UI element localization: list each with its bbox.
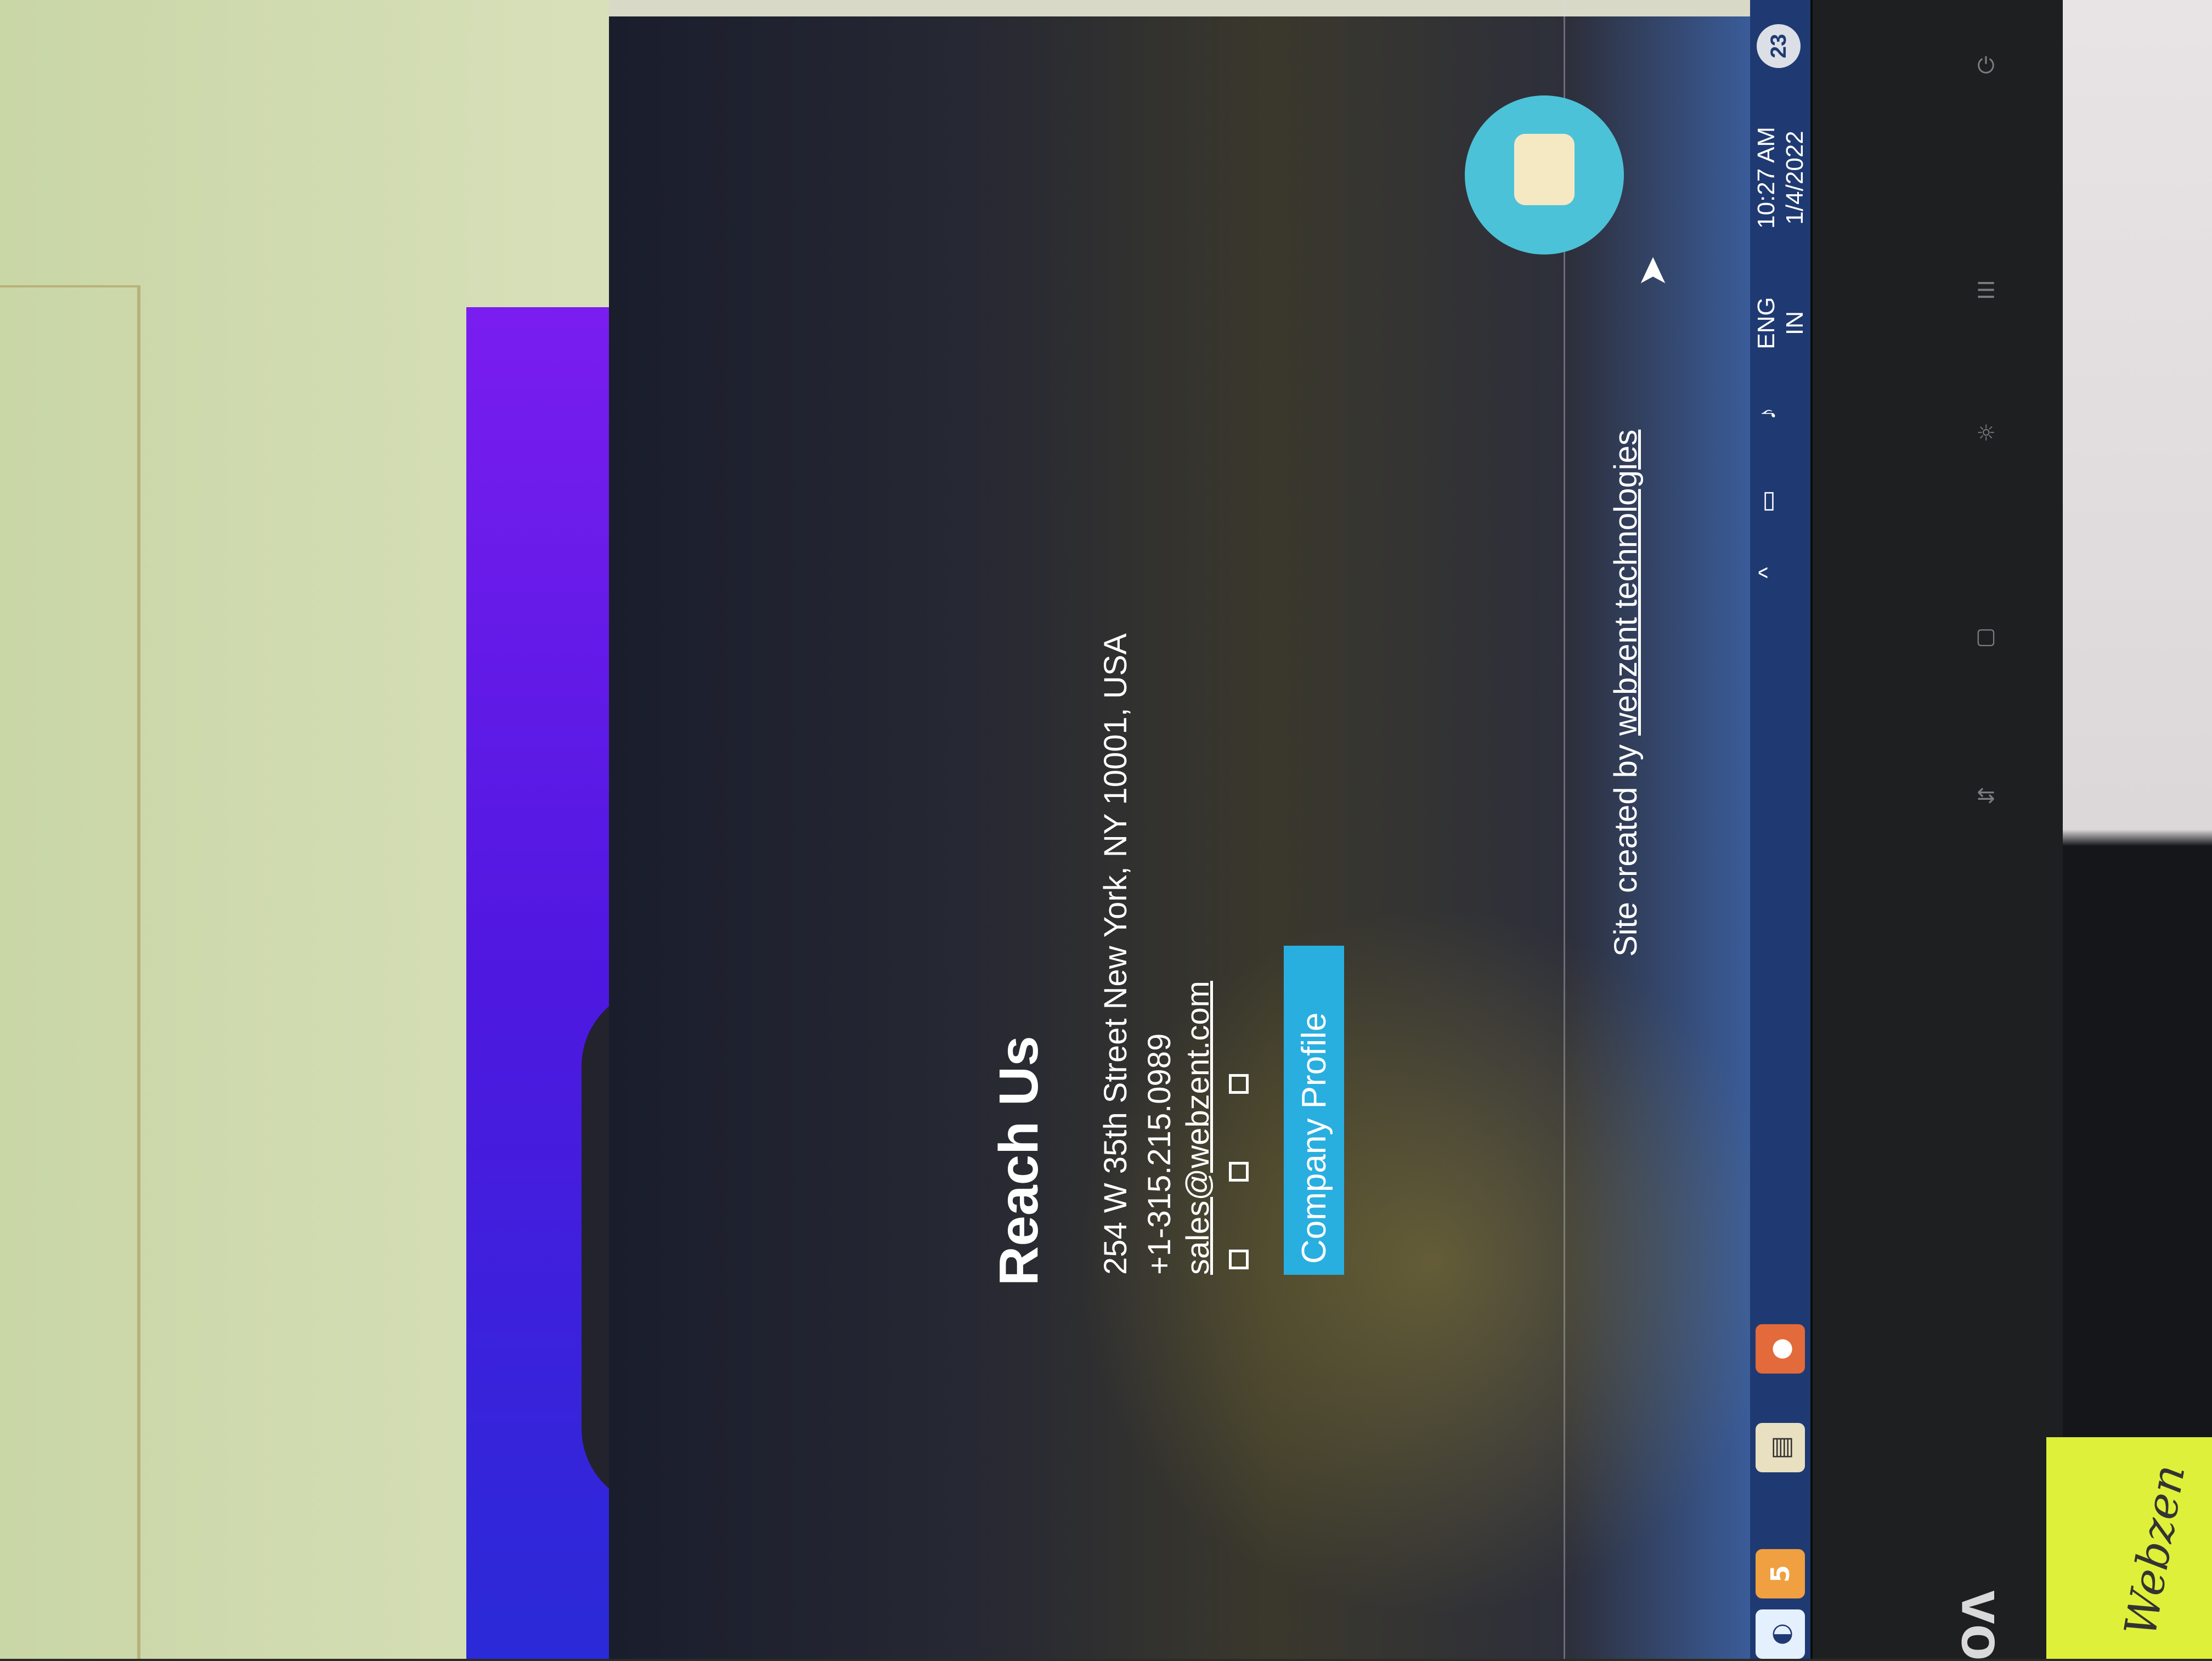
clock[interactable]: 10:27 AM 1/4/2022 bbox=[1752, 117, 1809, 238]
notification-icon[interactable]: 23 bbox=[1757, 24, 1801, 68]
footer-viewport: Reach Us 254 W 35th Street New York, NY … bbox=[609, 0, 1810, 1659]
monitor-brand-logo: vo bbox=[1949, 1590, 2017, 1661]
network-icon[interactable]: ▭ bbox=[1753, 485, 1782, 518]
file-explorer-icon[interactable]: ▤ bbox=[1756, 1423, 1805, 1472]
social-icon-2[interactable] bbox=[1229, 1162, 1249, 1182]
taskbar: ◐ 5 ▤ ● ^ ▭ ♪ ENG IN 10:27 AM 1/4/2022 2… bbox=[1750, 0, 1810, 1659]
credit-link[interactable]: webzent technologies bbox=[1608, 430, 1644, 736]
skype-taskbar-icon[interactable]: 5 bbox=[1756, 1549, 1805, 1598]
region-text: IN bbox=[1781, 311, 1808, 335]
power-icon[interactable]: ⏻ bbox=[1970, 49, 2002, 82]
skype-badge: 5 bbox=[1765, 1565, 1795, 1583]
brightness-icon[interactable]: ☼ bbox=[1970, 417, 2002, 450]
chat-icon bbox=[1514, 134, 1575, 205]
paper-edge-top bbox=[0, 285, 140, 287]
chevron-up-icon[interactable]: ^ bbox=[1753, 556, 1782, 589]
social-icon-1[interactable] bbox=[1229, 1250, 1249, 1269]
site-credit: Site created by webzent technologies bbox=[1607, 430, 1644, 957]
social-icon-3[interactable] bbox=[1229, 1074, 1249, 1094]
language-indicator[interactable]: ENG IN bbox=[1752, 293, 1809, 353]
phone-text: +1-315.215.0989 bbox=[1142, 1033, 1177, 1275]
taskbar-app-icon[interactable]: ◐ bbox=[1756, 1609, 1805, 1659]
social-icons bbox=[1229, 1008, 1251, 1269]
language-text: ENG bbox=[1753, 297, 1780, 349]
input-icon[interactable]: ▢ bbox=[1970, 620, 2002, 653]
paper-edge bbox=[137, 285, 140, 1659]
time-text: 10:27 AM bbox=[1753, 127, 1780, 229]
taskbar-content: ◐ 5 ▤ ● ^ ▭ ♪ ENG IN 10:27 AM 1/4/2022 2… bbox=[1750, 0, 1810, 1659]
company-profile-button[interactable]: Company Profile bbox=[1284, 946, 1344, 1275]
chrome-taskbar-icon[interactable]: ● bbox=[1756, 1324, 1805, 1374]
credit-prefix: Site created by bbox=[1608, 744, 1644, 957]
background-cables bbox=[2063, 0, 2212, 1659]
volume-icon[interactable]: ♪ bbox=[1753, 397, 1782, 430]
mouse-cursor: ➤ bbox=[1629, 255, 1674, 287]
monitor-bezel bbox=[1810, 0, 2063, 1659]
reach-us-heading: Reach Us bbox=[988, 1036, 1049, 1286]
source-icon[interactable]: ⇆ bbox=[1970, 779, 2002, 812]
menu-icon[interactable]: ☰ bbox=[1970, 274, 2002, 307]
date-text: 1/4/2022 bbox=[1781, 131, 1808, 225]
footer-content: Reach Us 254 W 35th Street New York, NY … bbox=[609, 0, 1810, 1659]
email-link[interactable]: sales@webzent.com bbox=[1180, 981, 1216, 1275]
address-text: 254 W 35th Street New York, NY 10001, US… bbox=[1098, 633, 1133, 1275]
